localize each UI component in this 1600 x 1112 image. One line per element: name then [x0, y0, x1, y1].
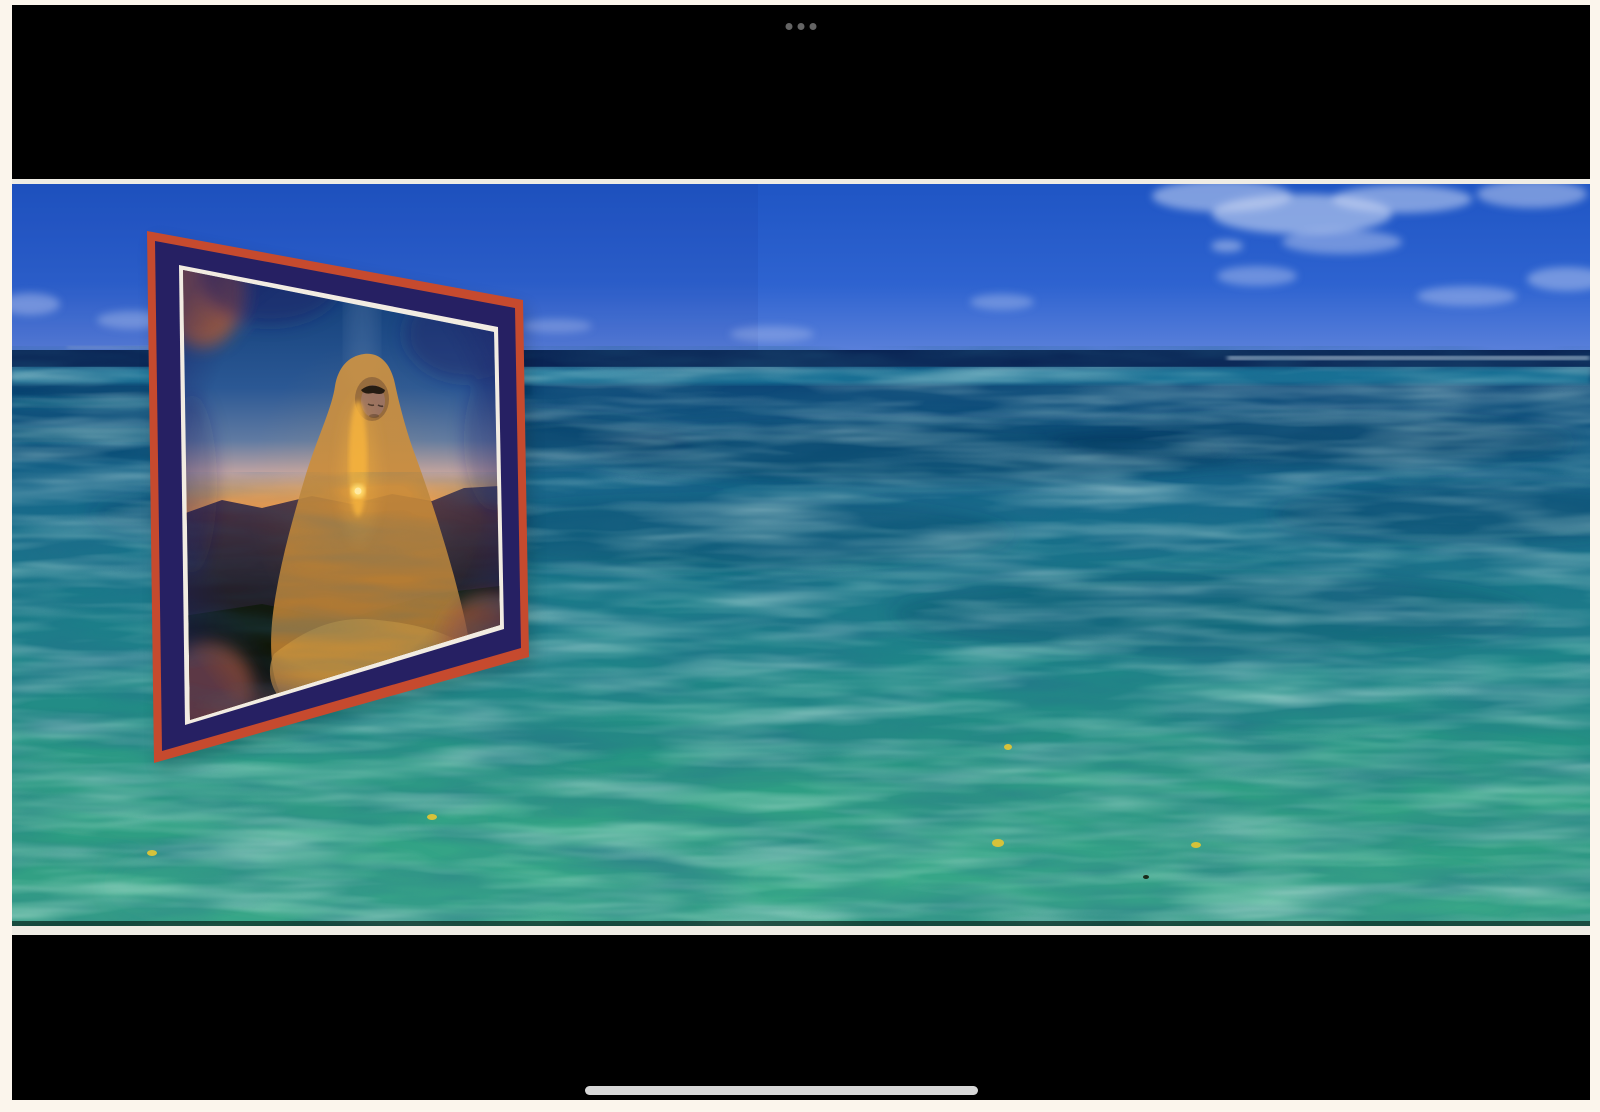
video-player-surface[interactable] — [12, 5, 1590, 1100]
ocean-scene — [12, 184, 1590, 926]
home-indicator[interactable] — [585, 1086, 978, 1095]
multitasking-indicator-icon[interactable] — [786, 23, 817, 30]
ellipsis-dot — [810, 23, 817, 30]
ocean-panorama-photo[interactable] — [12, 179, 1590, 935]
ellipsis-dot — [786, 23, 793, 30]
ellipsis-dot — [798, 23, 805, 30]
